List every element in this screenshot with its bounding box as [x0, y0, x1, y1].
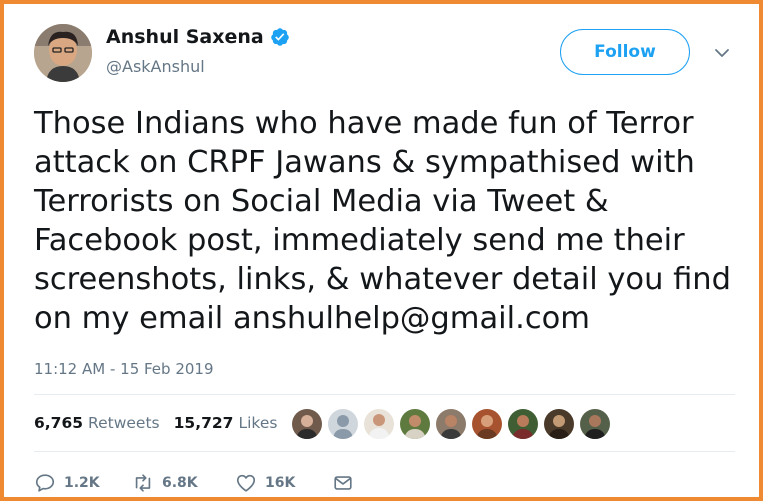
liker-avatar[interactable]: [436, 409, 466, 439]
liker-avatar[interactable]: [508, 409, 538, 439]
follow-button[interactable]: Follow: [560, 29, 690, 75]
liker-avatar[interactable]: [328, 409, 358, 439]
chevron-down-icon[interactable]: [713, 44, 731, 62]
liker-avatar[interactable]: [472, 409, 502, 439]
liker-avatar[interactable]: [364, 409, 394, 439]
verified-badge-icon: [270, 28, 289, 46]
likes-label: Likes: [238, 414, 278, 432]
divider: [34, 394, 735, 395]
direct-message-button[interactable]: [332, 472, 354, 494]
like-icon: [236, 474, 256, 492]
author-handle[interactable]: @AskAnshul: [106, 57, 205, 76]
retweets-label: Retweets: [88, 414, 160, 432]
like-count: 16K: [265, 475, 296, 491]
tweet-text: Those Indians who have made fun of Terro…: [34, 106, 732, 336]
likes-count: 15,727: [173, 414, 234, 432]
direct-message-icon: [334, 476, 352, 490]
retweet-button[interactable]: 6.8K: [132, 472, 235, 494]
author-name-text[interactable]: Anshul Saxena: [106, 26, 264, 48]
likes-stat[interactable]: 15,727 Likes: [174, 414, 278, 432]
tweet-stats: 6,765 Retweets 15,727 Likes: [34, 414, 291, 432]
liker-avatar[interactable]: [580, 409, 610, 439]
retweet-count: 6.8K: [162, 475, 198, 491]
tweet-card: Anshul Saxena @AskAnshul Follow Those In…: [0, 0, 763, 501]
retweet-icon: [135, 474, 151, 492]
author-avatar[interactable]: [34, 24, 92, 82]
divider: [34, 451, 735, 452]
retweets-stat[interactable]: 6,765 Retweets: [34, 414, 160, 432]
reply-button[interactable]: 1.2K: [34, 472, 132, 494]
reply-count: 1.2K: [64, 475, 100, 491]
liker-avatar[interactable]: [292, 409, 322, 439]
liker-avatars: [292, 409, 616, 439]
retweets-count: 6,765: [34, 414, 84, 432]
like-button[interactable]: 16K: [235, 472, 332, 494]
author-name[interactable]: Anshul Saxena: [106, 26, 290, 48]
liker-avatar[interactable]: [544, 409, 574, 439]
reply-icon: [35, 474, 55, 492]
liker-avatar[interactable]: [400, 409, 430, 439]
tweet-actions: 1.2K 6.8K 16K: [34, 472, 354, 494]
tweet-timestamp[interactable]: 11:12 AM - 15 Feb 2019: [34, 360, 214, 378]
